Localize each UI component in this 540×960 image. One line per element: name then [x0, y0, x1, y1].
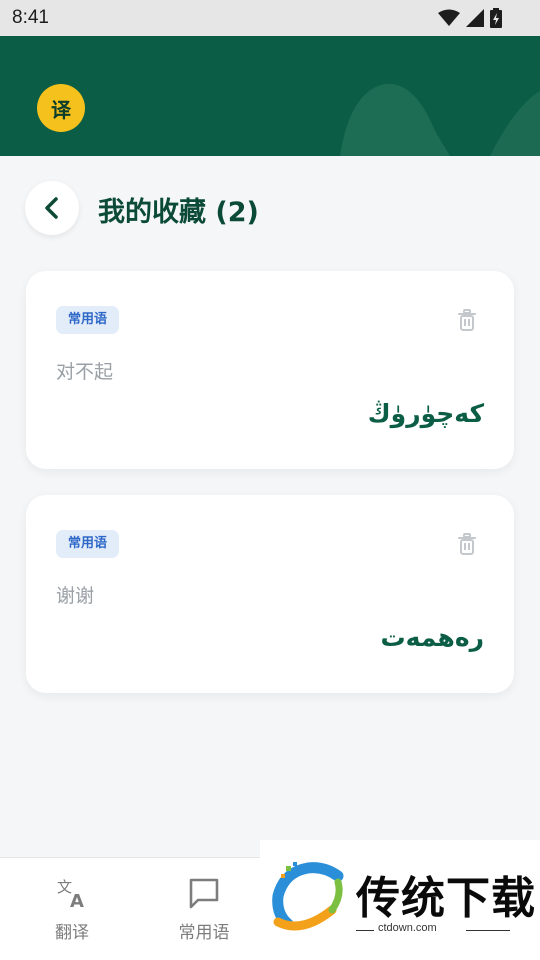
- status-icons: [438, 8, 502, 28]
- logo-text: 译: [51, 97, 71, 122]
- favorite-card[interactable]: 常用语 谢谢 رەھمەت: [26, 495, 514, 693]
- watermark-text: 传统下载: [356, 873, 536, 924]
- app-logo: 译: [37, 84, 85, 132]
- delete-button[interactable]: [456, 531, 478, 557]
- trash-icon: [458, 309, 476, 331]
- status-bar: 8:41: [0, 0, 540, 36]
- header-decoration: [340, 83, 540, 156]
- favorite-card[interactable]: 常用语 对不起 كەچۈرۈڭ: [26, 271, 514, 469]
- wifi-icon: [438, 9, 460, 26]
- back-button[interactable]: [25, 181, 79, 235]
- svg-text:A: A: [70, 891, 84, 910]
- nav-label: 常用语: [178, 923, 230, 943]
- category-tag: 常用语: [56, 530, 120, 558]
- watermark-line: [356, 930, 374, 931]
- translation-text: كەچۈرۈڭ: [367, 399, 484, 428]
- app-header: 译: [0, 36, 540, 156]
- watermark-line: [466, 930, 510, 931]
- source-text: 对不起: [56, 361, 114, 383]
- trash-icon: [458, 533, 476, 555]
- source-text: 谢谢: [56, 585, 95, 607]
- watermark-url: ctdown.com: [378, 922, 437, 934]
- translate-icon: 文 A: [57, 878, 84, 910]
- translation-text: رەھمەت: [380, 623, 484, 652]
- battery-icon: [490, 8, 502, 28]
- chat-bubble-icon: [189, 878, 219, 909]
- nav-label: 翻译: [55, 923, 89, 943]
- nav-item-translate[interactable]: 文 A 翻译: [22, 876, 122, 943]
- watermark: 传统下载 ctdown.com: [260, 840, 540, 960]
- delete-button[interactable]: [456, 307, 478, 333]
- category-tag: 常用语: [56, 306, 120, 334]
- watermark-logo-icon: [272, 862, 344, 931]
- signal-icon: [466, 9, 484, 27]
- page-title: 我的收藏 (2): [98, 197, 259, 228]
- chevron-left-icon: [45, 197, 58, 219]
- status-time: 8:41: [12, 7, 49, 28]
- nav-item-phrases[interactable]: 常用语: [154, 876, 254, 943]
